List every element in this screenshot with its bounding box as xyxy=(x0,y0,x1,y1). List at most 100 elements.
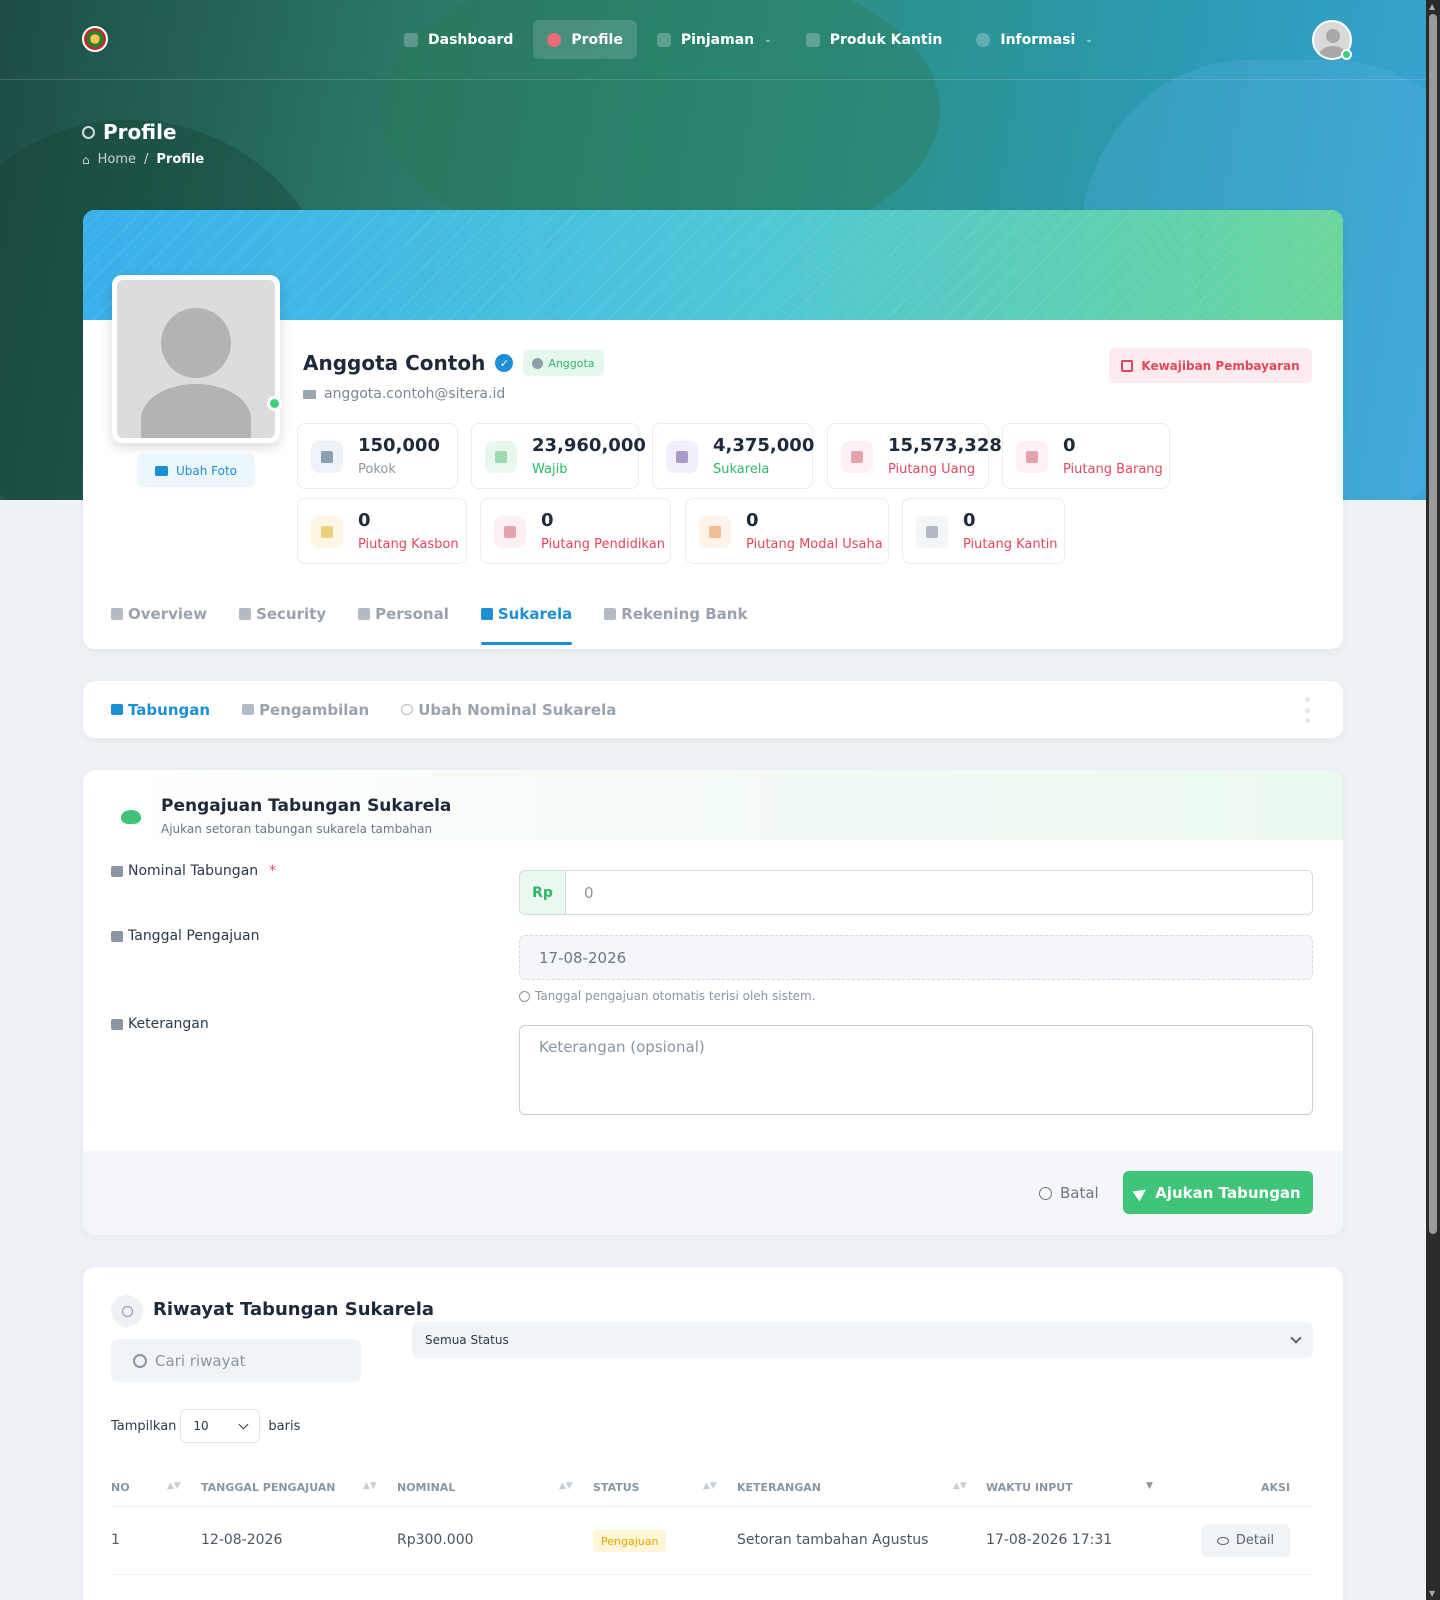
col-tanggal[interactable]: TANGGAL PENGAJUAN ▲▼ xyxy=(201,1481,377,1494)
stat-card: 0 Piutang Pendidikan xyxy=(480,498,671,564)
scrollbar-thumb[interactable] xyxy=(1429,14,1437,1234)
tab-personal[interactable]: Personal xyxy=(358,590,449,638)
stat-card: 23,960,000 Wajib xyxy=(471,423,646,489)
nominal-label: Nominal Tabungan * xyxy=(111,863,276,879)
more-options-icon[interactable] xyxy=(1305,697,1311,723)
cancel-label: Batal xyxy=(1060,1184,1099,1202)
rows-suffix: baris xyxy=(268,1418,301,1434)
nav-pinjaman[interactable]: Pinjaman ⌄ xyxy=(643,20,786,59)
verified-icon: ✓ xyxy=(495,354,514,372)
detail-label: Detail xyxy=(1235,1533,1275,1548)
submit-label: Ajukan Tabungan xyxy=(1155,1183,1301,1202)
nav-label: Dashboard xyxy=(428,31,514,48)
subtab-pengambilan[interactable]: Pengambilan xyxy=(242,701,369,719)
stat-label: Piutang Uang xyxy=(888,462,976,477)
date-hint-text: Tanggal pengajuan otomatis terisi oleh s… xyxy=(535,989,816,1003)
store-icon xyxy=(805,32,820,47)
top-navbar: Dashboard Profile Pinjaman ⌄ Produk Kant… xyxy=(0,0,1426,80)
search-icon xyxy=(133,1353,147,1368)
sort-icon: ▲▼ xyxy=(953,1481,967,1491)
role-label: Anggota xyxy=(548,356,595,370)
tab-label: Personal xyxy=(375,605,449,623)
tab-security[interactable]: Security xyxy=(239,590,326,638)
change-photo-label: Ubah Foto xyxy=(175,463,238,478)
comment-icon xyxy=(111,1018,123,1030)
app-logo[interactable] xyxy=(82,26,108,52)
profile-name-row: Anggota Contoh ✓ Anggota xyxy=(303,350,604,376)
detail-button[interactable]: Detail xyxy=(1201,1524,1290,1557)
stat-label: Pokok xyxy=(358,462,396,477)
col-no[interactable]: NO ▲▼ xyxy=(111,1481,181,1494)
nav-dashboard[interactable]: Dashboard xyxy=(390,20,527,59)
scroll-down-icon[interactable]: ▼ xyxy=(1429,1589,1435,1598)
stat-value: 0 xyxy=(1063,435,1076,456)
col-status[interactable]: STATUS ▲▼ xyxy=(593,1481,717,1494)
stat-value: 0 xyxy=(963,510,976,531)
nav-profile[interactable]: Profile xyxy=(533,20,637,59)
col-waktu[interactable]: WAKTU INPUT ▼ xyxy=(986,1481,1153,1494)
form-header: Pengajuan Tabungan Sukarela Ajukan setor… xyxy=(83,770,1343,840)
user-circle-icon xyxy=(82,125,95,139)
nav-informasi[interactable]: Informasi ⌄ xyxy=(962,20,1107,59)
required-mark: * xyxy=(269,863,277,879)
cell-no: 1 xyxy=(111,1532,120,1548)
nav-produk-kantin[interactable]: Produk Kantin xyxy=(792,20,957,59)
status-filter-select[interactable]: Semua Status xyxy=(412,1322,1313,1358)
change-photo-button[interactable]: Ubah Foto xyxy=(137,454,255,487)
tab-rekening-bank[interactable]: Rekening Bank xyxy=(604,590,747,638)
page-scrollbar[interactable]: ▲ ▼ xyxy=(1426,0,1440,1600)
profile-photo xyxy=(112,275,280,443)
subtab-tabungan[interactable]: Tabungan xyxy=(111,701,210,719)
payment-obligation-button[interactable]: Kewajiban Pembayaran xyxy=(1109,348,1312,383)
profile-tabs: Overview Security Personal Sukarela Reke… xyxy=(111,590,747,649)
note-textarea[interactable] xyxy=(519,1025,1313,1115)
scroll-up-icon[interactable]: ▲ xyxy=(1429,2,1435,11)
table-header: NO ▲▼ TANGGAL PENGAJUAN ▲▼ NOMINAL ▲▼ STATU… xyxy=(111,1467,1313,1507)
calendar-icon xyxy=(1121,359,1134,372)
cancel-button[interactable]: Batal xyxy=(1039,1178,1099,1208)
online-status-dot xyxy=(1341,49,1352,60)
wallet-icon xyxy=(311,516,343,548)
stat-value: 0 xyxy=(541,510,554,531)
chevron-down-icon: ⌄ xyxy=(1085,34,1093,45)
stat-card: 4,375,000 Sukarela xyxy=(652,423,814,489)
tab-sukarela[interactable]: Sukarela xyxy=(480,590,573,645)
col-nominal[interactable]: NOMINAL ▲▼ xyxy=(397,1481,573,1494)
cell-nominal: Rp300.000 xyxy=(397,1532,474,1548)
rows-per-page-select[interactable]: 10 xyxy=(180,1409,261,1443)
tab-label: Overview xyxy=(128,605,208,623)
stat-value: 23,960,000 xyxy=(532,435,646,456)
nominal-input[interactable] xyxy=(566,871,1312,914)
chevron-down-icon: ⌄ xyxy=(764,34,772,45)
page-title: Profile xyxy=(82,120,177,144)
subtab-ubah-nominal[interactable]: Ubah Nominal Sukarela xyxy=(401,701,616,719)
stat-card: 150,000 Pokok xyxy=(297,423,458,489)
online-status-dot xyxy=(267,396,282,411)
tab-label: Rekening Bank xyxy=(621,605,748,623)
submit-savings-button[interactable]: Ajukan Tabungan xyxy=(1123,1171,1313,1214)
sort-icon: ▲▼ xyxy=(703,1481,717,1491)
cell-waktu: 17-08-2026 17:31 xyxy=(986,1532,1113,1548)
tab-label: Security xyxy=(256,605,327,623)
history-search-input[interactable] xyxy=(155,1351,335,1370)
stat-label: Sukarela xyxy=(713,462,770,477)
currency-prefix: Rp xyxy=(520,871,566,914)
piggy-bank-icon xyxy=(666,441,698,473)
camera-icon xyxy=(154,465,168,476)
col-keterangan[interactable]: KETERANGAN ▲▼ xyxy=(737,1481,967,1494)
nav-label: Informasi xyxy=(1000,31,1076,48)
sort-desc-icon: ▼ xyxy=(1146,1481,1153,1491)
piggy-bank-icon xyxy=(121,810,141,824)
date-field: 17-08-2026 xyxy=(519,935,1313,980)
tab-label: Sukarela xyxy=(497,605,573,623)
home-icon: ⌂ xyxy=(82,152,90,167)
profile-name: Anggota Contoh xyxy=(303,351,486,375)
col-label: KETERANGAN xyxy=(737,1481,821,1494)
building-icon xyxy=(916,516,948,548)
subtab-label: Tabungan xyxy=(128,700,211,719)
breadcrumb-home[interactable]: Home xyxy=(98,152,136,167)
stat-card: 15,573,328 Piutang Uang xyxy=(827,423,1002,489)
cash-icon xyxy=(111,865,123,877)
piggy-bank-icon xyxy=(480,608,493,620)
tab-overview[interactable]: Overview xyxy=(111,590,207,638)
